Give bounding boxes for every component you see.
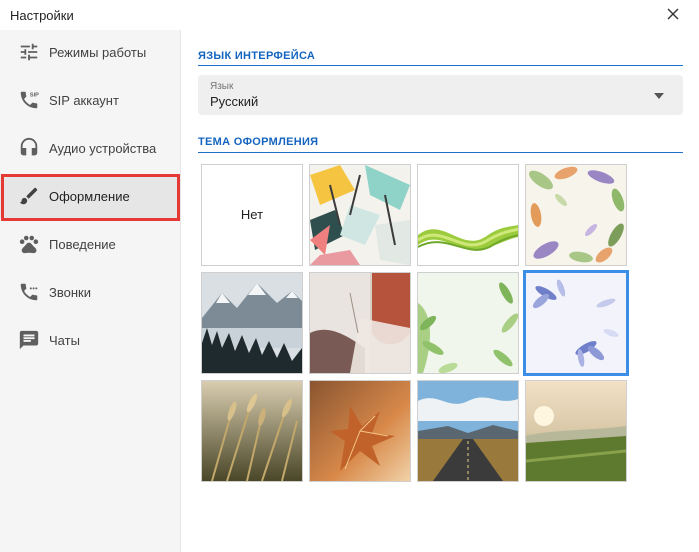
theme-tile-green-wave[interactable] [417, 164, 519, 266]
sidebar-item-label: Поведение [49, 237, 116, 252]
language-field-label: Язык [210, 81, 234, 92]
language-section-title: ЯЗЫК ИНТЕРФЕЙСА [198, 50, 316, 62]
theme-tile-abstract-shapes[interactable] [309, 272, 411, 374]
theme-tile-wheat-field[interactable] [201, 380, 303, 482]
sidebar-item-appearance[interactable]: Оформление [0, 174, 181, 218]
theme-tile-autumn-leaf[interactable] [309, 380, 411, 482]
chat-icon [18, 329, 40, 351]
theme-section-title: ТЕМА ОФОРМЛЕНИЯ [198, 136, 319, 148]
paw-icon [18, 233, 40, 255]
theme-none-label: Нет [240, 207, 264, 222]
title-bar: Настройки [0, 0, 699, 30]
sip-phone-icon: SIP [18, 89, 40, 111]
brush-icon [18, 185, 40, 207]
theme-tile-sunset-meadow[interactable] [525, 380, 627, 482]
sidebar-item-sip-account[interactable]: SIP SIP аккаунт [0, 78, 181, 122]
window-title: Настройки [10, 8, 74, 23]
sidebar-item-audio-devices[interactable]: Аудио устройства [0, 126, 181, 170]
theme-section-divider [198, 152, 683, 153]
theme-tile-mountains[interactable] [201, 272, 303, 374]
sidebar-item-behavior[interactable]: Поведение [0, 222, 181, 266]
headphones-icon [18, 137, 40, 159]
svg-text:SIP: SIP [30, 92, 39, 98]
theme-tile-none[interactable]: Нет [201, 164, 303, 266]
sidebar-item-label: Чаты [49, 333, 80, 348]
sidebar-item-label: Оформление [49, 189, 130, 204]
sidebar-item-label: Аудио устройства [49, 141, 157, 156]
chevron-down-icon [653, 89, 665, 101]
sidebar-item-label: SIP аккаунт [49, 93, 119, 108]
theme-tile-floral-frame[interactable] [525, 164, 627, 266]
language-select[interactable]: Язык Русский [198, 75, 683, 115]
theme-tile-green-leaves[interactable] [417, 272, 519, 374]
sidebar-item-label: Звонки [49, 285, 91, 300]
close-icon[interactable] [663, 4, 683, 24]
theme-tile-blue-flowers[interactable] [523, 270, 629, 376]
language-section-divider [198, 65, 683, 66]
call-forward-icon [18, 281, 40, 303]
sidebar-item-calls[interactable]: Звонки [0, 270, 181, 314]
theme-tile-tropical-leaves[interactable] [309, 164, 411, 266]
sidebar: Режимы работы SIP SIP аккаунт Аудио устр… [0, 30, 181, 552]
sidebar-item-chats[interactable]: Чаты [0, 318, 181, 362]
sidebar-item-work-modes[interactable]: Режимы работы [0, 30, 181, 74]
sidebar-item-label: Режимы работы [49, 45, 147, 60]
language-value: Русский [210, 94, 259, 109]
sliders-icon [18, 41, 40, 63]
theme-tile-road[interactable] [417, 380, 519, 482]
